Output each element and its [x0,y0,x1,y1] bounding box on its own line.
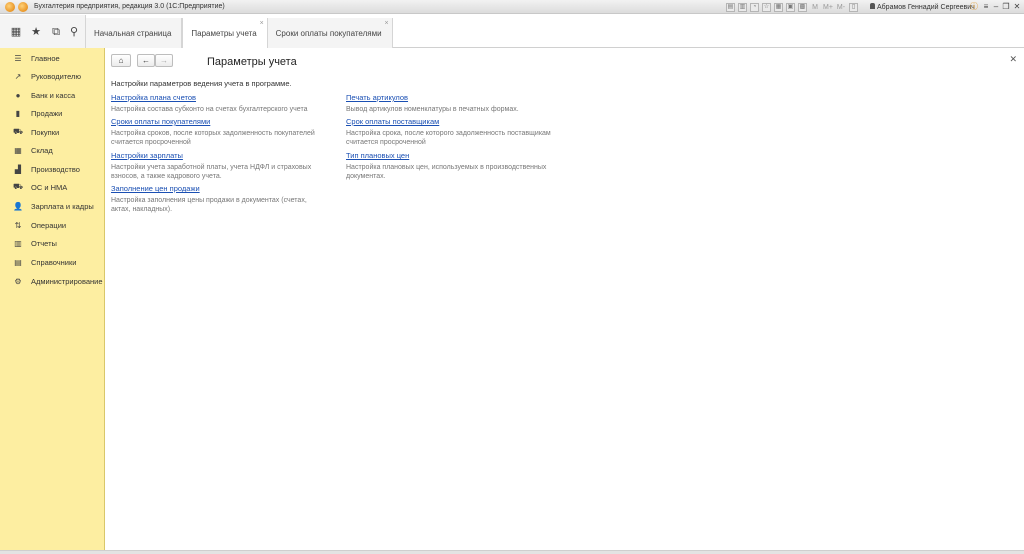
paste-icon[interactable]: ▥ [738,2,747,12]
calculator-icon[interactable]: ▩ [798,2,807,12]
book-icon: ▤ [14,257,22,267]
tab-label: Начальная страница [94,29,172,38]
sidebar-item-fixed-assets[interactable]: ⛟ ОС и НМА [0,178,105,196]
setting-link[interactable]: Печать артикулов [346,93,556,102]
sidebar-item-operations[interactable]: ⇅ Операции [0,216,105,234]
list-icon: ☰ [14,53,22,63]
sidebar-item-reports[interactable]: ▥ Отчеты [0,234,105,252]
setting-customer-payment-terms: Сроки оплаты покупателями Настройка срок… [111,117,321,147]
app-menu-icon[interactable] [18,2,28,12]
page-title: Параметры учета [207,56,297,68]
page-intro: Настройки параметров ведения учета в про… [111,79,292,88]
truck-icon: ⛟ [13,182,24,191]
sidebar-item-administration[interactable]: ⚙ Администрирование [0,272,105,290]
sidebar-item-main[interactable]: ☰ Главное [0,49,105,67]
bar-chart-icon: ▥ [14,238,22,248]
setting-description: Настройка срока, после которого задолжен… [346,130,551,146]
search-history-icon[interactable]: ◔ [750,2,759,12]
arrow-left-icon: ← [142,56,150,65]
status-strip [0,550,1024,554]
home-button[interactable]: ⌂ [111,54,131,67]
sidebar-item-sales[interactable]: ▮ Продажи [0,104,105,122]
bag-icon: ▮ [15,108,21,118]
setting-chart-of-accounts: Настройка плана счетов Настройка состава… [111,93,321,114]
setting-print-articles: Печать артикулов Вывод артикулов номенкл… [346,93,556,114]
calendar-icon[interactable]: ▣ [786,2,795,12]
tab-accounting-parameters[interactable]: Параметры учета × [182,18,268,49]
setting-description: Настройка заполнения цены продажи в доку… [111,197,307,213]
tab-label: Сроки оплаты покупателями [275,29,382,38]
sidebar-item-purchases[interactable]: ⛟ Покупки [0,123,105,141]
setting-supplier-payment-term: Срок оплаты поставщикам Настройка срока,… [346,117,556,147]
sidebar-item-bank-cash[interactable]: ● Банк и касса [0,86,105,104]
top-panel: ▦ ★ ⧉ ⚲ Начальная страница Параметры уче… [0,15,1024,49]
setting-planned-price-type: Тип плановых цен Настройка плановых цен,… [346,151,556,181]
setting-sales-prices: Заполнение цен продажи Настройка заполне… [111,184,321,214]
favorites-star-icon[interactable]: ★ [29,25,43,39]
setting-salary: Настройки зарплаты Настройки учета зараб… [111,151,321,181]
setting-link[interactable]: Сроки оплаты покупателями [111,117,321,126]
info-icon[interactable]: ⓘ [968,1,980,13]
all-functions-grid-icon[interactable]: ▦ [9,25,23,39]
current-user[interactable]: Абрамов Геннадий Сергеевич [870,3,975,11]
setting-description: Вывод артикулов номенклатуры в печатных … [346,106,519,113]
user-name: Абрамов Геннадий Сергеевич [877,4,975,11]
main-content: ⌂ ← → Параметры учета ✕ Настройки параме… [106,48,1024,550]
factory-icon: ▟ [14,164,22,174]
sidebar-item-warehouse[interactable]: ▦ Склад [0,141,105,159]
setting-link[interactable]: Настройка плана счетов [111,93,321,102]
favorites-icon[interactable]: ☆ [762,2,771,12]
sidebar-item-directories[interactable]: ▤ Справочники [0,253,105,271]
open-tabs: Начальная страница Параметры учета × Сро… [86,18,393,49]
sidebar-item-manager[interactable]: ↗ Руководителю [0,67,105,85]
window-title: Бухгалтерия предприятия, редакция 3.0 (1… [34,3,225,10]
sidebar-item-salary-hr[interactable]: 👤 Зарплата и кадры [0,197,105,215]
setting-link[interactable]: Тип плановых цен [346,151,556,160]
warehouse-icon: ▦ [14,145,22,155]
trend-chart-icon: ↗ [14,71,22,81]
copy-icon[interactable]: ▤ [726,2,735,12]
cart-icon: ⛟ [13,127,24,136]
sections-sidebar: ☰ Главное ↗ Руководителю ● Банк и касса ▮ Пр… [0,48,105,550]
operations-icon: ⇅ [14,220,22,230]
memory-minus-button[interactable]: M- [836,4,846,11]
close-tab-icon[interactable]: × [260,20,264,27]
setting-link[interactable]: Срок оплаты поставщикам [346,117,556,126]
setting-description: Настройка состава субконто на счетах бух… [111,106,308,113]
tab-home[interactable]: Начальная страница [86,18,183,48]
panel-layout-icon[interactable]: ▯ [849,2,858,12]
setting-link[interactable]: Заполнение цен продажи [111,184,321,193]
home-icon: ⌂ [118,56,124,65]
quick-tools: ▦ ★ ⧉ ⚲ [0,15,86,48]
tab-label: Параметры учета [191,29,257,38]
tab-customer-payment-terms[interactable]: Сроки оплаты покупателями × [267,18,393,48]
setting-description: Настройка сроков, после которых задолжен… [111,130,315,146]
forward-button[interactable]: → [155,54,173,67]
setting-link[interactable]: Настройки зарплаты [111,151,321,160]
app-logo-icon [5,2,15,12]
coin-icon: ● [15,90,21,100]
history-icon[interactable]: ⧉ [49,25,63,39]
close-window-icon[interactable]: ✕ [1011,1,1023,13]
memory-plus-button[interactable]: M+ [823,4,833,11]
print-icon[interactable]: ▦ [774,2,783,12]
sidebar-item-production[interactable]: ▟ Производство [0,160,105,178]
setting-description: Настройки учета заработной платы, учета … [111,164,312,180]
close-page-icon[interactable]: ✕ [1009,54,1017,65]
search-icon[interactable]: ⚲ [67,25,81,39]
setting-description: Настройка плановых цен, используемых в п… [346,164,547,180]
arrow-right-icon: → [160,56,168,65]
window-title-bar: Бухгалтерия предприятия, редакция 3.0 (1… [0,0,1024,14]
back-button[interactable]: ← [137,54,155,67]
person-icon: 👤 [13,201,23,211]
memory-button[interactable]: M [810,4,820,11]
gear-icon: ⚙ [14,276,22,286]
title-toolbar: ▤ ▥ ◔ ☆ ▦ ▣ ▩ M M+ M- ▯ [726,2,858,12]
user-icon [870,3,875,9]
close-tab-icon[interactable]: × [385,20,389,27]
